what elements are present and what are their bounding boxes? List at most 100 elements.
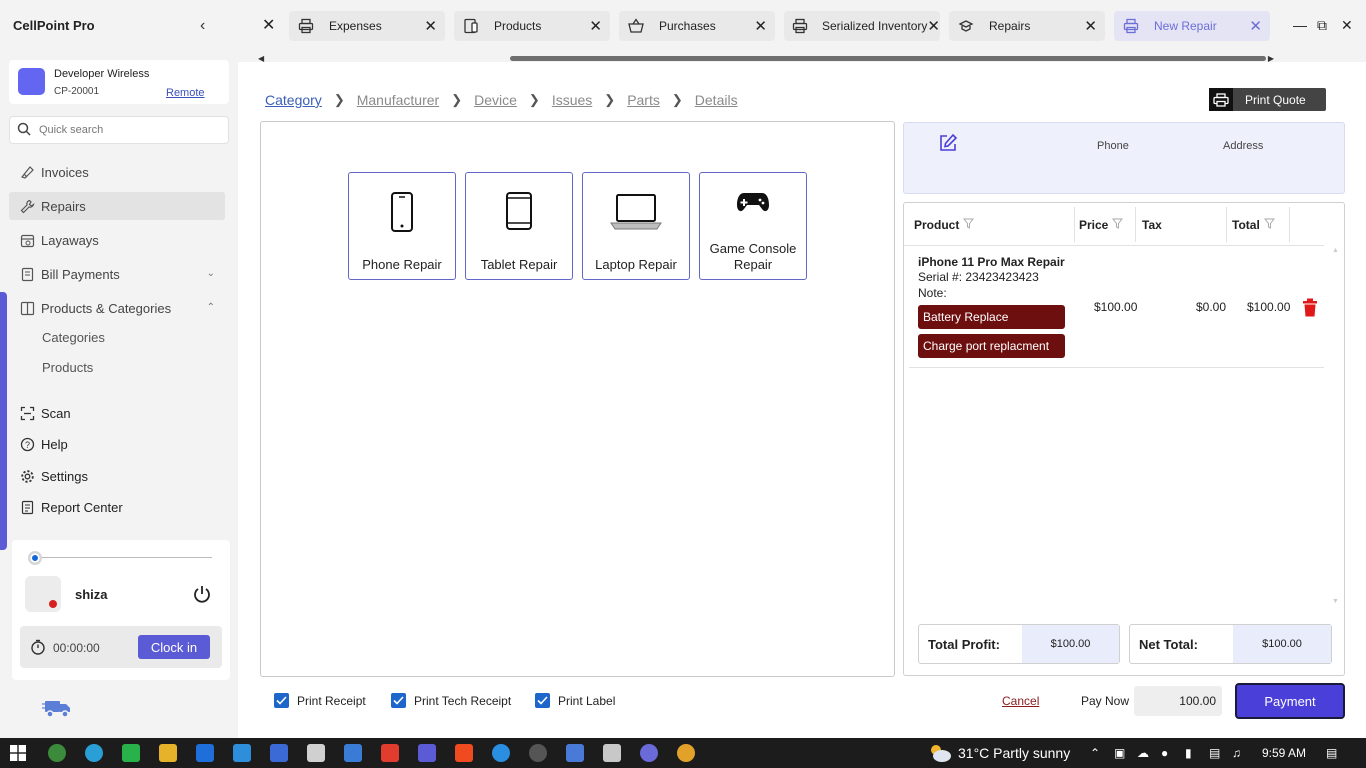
chrome-icon[interactable] [677, 744, 695, 762]
tab-expenses[interactable]: Expenses ✕ [289, 11, 445, 41]
print-receipt-option[interactable]: Print Receipt [274, 693, 366, 708]
close-icon[interactable]: ✕ [927, 17, 940, 35]
power-icon[interactable] [192, 584, 212, 607]
category-laptop-repair[interactable]: Laptop Repair [582, 172, 690, 280]
crumb-details[interactable]: Details [695, 92, 738, 108]
edit-icon[interactable] [938, 133, 958, 156]
clock-in-button[interactable]: Clock in [138, 635, 210, 659]
sidebar-subitem-categories[interactable]: Categories [42, 330, 105, 345]
search-input[interactable] [39, 124, 219, 136]
cloud-icon[interactable]: ☁ [1137, 746, 1149, 760]
scroll-down-icon[interactable]: ▼ [1332, 598, 1339, 605]
app-icon[interactable] [344, 744, 362, 762]
close-icon[interactable]: ✕ [424, 17, 437, 35]
sidebar-item-invoices[interactable]: Invoices [9, 158, 225, 186]
checkbox-checked-icon[interactable] [535, 693, 550, 708]
crumb-manufacturer[interactable]: Manufacturer [357, 92, 439, 108]
print-tech-receipt-option[interactable]: Print Tech Receipt [391, 693, 511, 708]
remote-link[interactable]: Remote [166, 87, 205, 99]
sidebar-item-report-center[interactable]: Report Center [9, 493, 225, 521]
sidebar-item-help[interactable]: ? Help [9, 430, 225, 458]
notification-icon[interactable]: ▤ [1326, 746, 1337, 760]
column-price[interactable]: Price [1079, 218, 1124, 232]
tab-products[interactable]: Products ✕ [454, 11, 610, 41]
sidebar-item-scan[interactable]: Scan [9, 399, 225, 427]
print-label-option[interactable]: Print Label [535, 693, 615, 708]
scrollbar-thumb[interactable] [510, 56, 1266, 61]
print-quote-button[interactable]: Print Quote [1209, 88, 1326, 111]
trash-icon[interactable] [1302, 298, 1318, 320]
windows-start-icon[interactable] [10, 745, 26, 764]
minimize-icon[interactable]: — [1293, 17, 1307, 33]
clock[interactable]: 9:59 AM [1262, 746, 1306, 760]
filter-icon[interactable] [1112, 218, 1124, 232]
sidebar-item-layaways[interactable]: Layaways [9, 226, 225, 254]
weather-text[interactable]: 31°C Partly sunny [958, 745, 1070, 761]
column-total[interactable]: Total [1232, 218, 1275, 232]
checkbox-checked-icon[interactable] [391, 693, 406, 708]
tab-serialized-inventory[interactable]: Serialized Inventory ✕ [784, 11, 940, 41]
microphone-icon[interactable]: ● [1161, 746, 1168, 760]
issue-chip[interactable]: Battery Replace [918, 305, 1065, 329]
speaker-icon[interactable]: ♫ [1232, 746, 1241, 760]
app-icon[interactable] [381, 744, 399, 762]
category-phone-repair[interactable]: Phone Repair [348, 172, 456, 280]
calculator-icon[interactable] [603, 744, 621, 762]
edge-icon[interactable] [85, 744, 103, 762]
close-window-icon[interactable]: ✕ [1341, 17, 1353, 34]
close-icon[interactable]: ✕ [1249, 17, 1262, 35]
sidebar-item-bill-payments[interactable]: Bill Payments ⌄ [9, 260, 225, 288]
truck-icon[interactable] [42, 698, 74, 723]
folder-icon[interactable] [159, 744, 177, 762]
app-icon[interactable] [307, 744, 325, 762]
cancel-link[interactable]: Cancel [1002, 694, 1039, 708]
slider-knob[interactable] [28, 551, 42, 565]
app-icon[interactable] [492, 744, 510, 762]
column-product[interactable]: Product [914, 218, 975, 232]
pay-now-input[interactable] [1134, 686, 1222, 716]
table-row[interactable]: iPhone 11 Pro Max Repair Serial #: 23423… [909, 248, 1324, 368]
tab-purchases[interactable]: Purchases ✕ [619, 11, 775, 41]
sidebar-item-repairs[interactable]: Repairs [9, 192, 225, 220]
filter-icon[interactable] [963, 218, 975, 232]
close-icon[interactable]: ✕ [262, 15, 275, 35]
chevron-up-icon[interactable]: ⌃ [1090, 746, 1100, 760]
scroll-up-icon[interactable]: ▲ [1332, 247, 1339, 254]
quick-search[interactable] [9, 116, 229, 144]
column-tax[interactable]: Tax [1142, 218, 1162, 232]
payment-button[interactable]: Payment [1235, 683, 1345, 719]
restore-icon[interactable]: ⧉ [1317, 17, 1327, 34]
crumb-parts[interactable]: Parts [627, 92, 660, 108]
issue-chip[interactable]: Charge port replacment [918, 334, 1065, 358]
close-icon[interactable]: ✕ [1084, 17, 1097, 35]
chevron-left-icon[interactable]: ‹ [200, 17, 205, 35]
whatsapp-icon[interactable] [122, 744, 140, 762]
teams-icon[interactable] [418, 744, 436, 762]
close-icon[interactable]: ✕ [589, 17, 602, 35]
store-icon[interactable] [196, 744, 214, 762]
category-tablet-repair[interactable]: Tablet Repair [465, 172, 573, 280]
sidebar-item-settings[interactable]: Settings [9, 462, 225, 490]
app-icon[interactable] [529, 744, 547, 762]
chevron-up-icon[interactable]: ⌃ [207, 302, 215, 313]
chevron-down-icon[interactable]: ⌄ [207, 268, 215, 279]
crumb-category[interactable]: Category [265, 92, 322, 108]
category-game-console-repair[interactable]: Game Console Repair [699, 172, 807, 280]
crumb-device[interactable]: Device [474, 92, 517, 108]
app-icon[interactable] [640, 744, 658, 762]
tab-new-repair[interactable]: New Repair ✕ [1114, 11, 1270, 41]
sidebar-item-products-categories[interactable]: Products & Categories ⌃ [9, 294, 225, 322]
tab-scrollbar[interactable]: ◀ ▶ [258, 54, 1274, 63]
app-icon[interactable] [233, 744, 251, 762]
app-icon[interactable] [566, 744, 584, 762]
checkbox-checked-icon[interactable] [274, 693, 289, 708]
battery-icon[interactable]: ▮ [1185, 746, 1192, 760]
network-icon[interactable]: ▤ [1209, 746, 1220, 760]
app-icon[interactable] [270, 744, 288, 762]
camera-icon[interactable]: ▣ [1114, 746, 1125, 760]
tab-repairs[interactable]: Repairs ✕ [949, 11, 1105, 41]
close-icon[interactable]: ✕ [754, 17, 767, 35]
sidebar-subitem-products[interactable]: Products [42, 360, 93, 375]
weather-icon[interactable] [928, 742, 952, 767]
brave-icon[interactable] [455, 744, 473, 762]
